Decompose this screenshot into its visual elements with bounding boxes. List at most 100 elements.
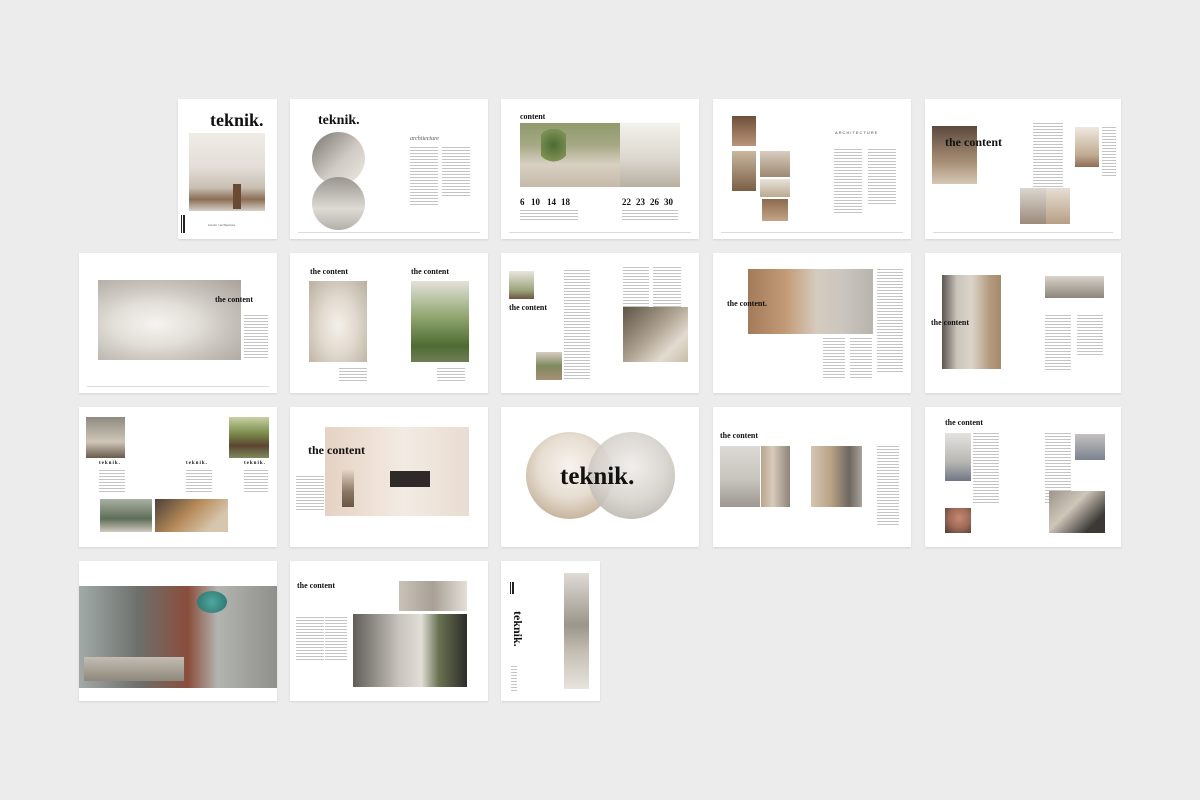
page6-title: the content [215,295,253,304]
page5-photo-right-top [1075,127,1099,167]
magazine-back-cover-page: teknik. [501,561,600,701]
page3-index-right [622,210,678,220]
page14-photo-mid [761,446,790,507]
page6-text-col [244,315,268,360]
spread-page-2: teknik. architecture [290,99,488,239]
page2-subtitle: architecture [410,136,439,142]
page11-photo-bottom-1 [100,499,152,532]
page11-text-2 [186,470,212,494]
page2-circle-bottom [312,177,365,230]
spread-page-17: the content [290,561,488,701]
page7-title-right: the content [411,267,449,276]
page3-number-2: 10 [531,197,540,207]
page5-photo-bottom-right [1046,188,1070,224]
page12-vase [342,469,354,507]
page15-photo-2 [945,508,971,533]
page9-text-right [877,269,903,374]
page11-photo-top-right [229,417,269,458]
spread-page-6: the content [79,253,277,393]
page11-brand-2: teknik. [186,461,208,466]
page6-photo-stairs [98,280,241,360]
page4-photo-1 [732,116,756,146]
page3-photo-plant [541,129,566,169]
spread-page-7: the content the content [290,253,488,393]
page10-title: the content [931,318,969,327]
page15-photo-3 [1075,434,1105,460]
page3-number-6: 23 [636,197,645,207]
page8-photo-top-left [509,271,534,299]
page4-photo-3 [732,151,756,191]
page12-sofa [390,471,430,487]
spread-page-4: ARCHITECTURE [713,99,911,239]
page8-photo-bottom-left [536,352,562,380]
back-cover-barcode [510,582,515,594]
page9-text-mid1 [823,338,845,378]
page8-text-col3 [653,267,681,307]
page4-text-col1 [834,149,862,214]
page13-brand: teknik. [560,463,635,490]
page15-text-col1 [973,433,999,503]
page3-title: content [520,112,546,121]
spread-page-8: the content [501,253,699,393]
page12-title: the content [308,443,365,457]
page3-number-4: 18 [561,197,570,207]
page5-photo-bottom-mid [1020,188,1047,224]
page8-photo-right [623,307,688,362]
spread-page-3: content 6 10 14 18 22 23 26 30 [501,99,699,239]
page14-text-col1 [877,446,899,526]
page4-footer-rule [721,232,903,233]
page2-text-col1 [410,147,438,207]
page17-title: the content [297,581,335,590]
page10-photo-top-right [1045,276,1104,298]
page3-number-7: 26 [650,197,659,207]
page2-brand: teknik. [318,113,360,128]
back-cover-text [511,666,517,692]
page11-brand-3: teknik. [244,461,266,466]
page2-footer-rule [298,232,480,233]
spread-page-5: the content [925,99,1121,239]
cover-stool [233,184,241,209]
page5-title: the content [945,135,1002,149]
page14-photo-right [811,446,862,507]
page10-text-col1 [1045,315,1071,370]
page11-text-1 [99,470,125,494]
page7-photo-garden [411,281,469,362]
cover-tagline: interior / architecture [208,223,236,227]
page10-text-col2 [1077,315,1103,355]
spread-page-10: the content [925,253,1121,393]
page9-text-mid2 [850,338,872,378]
page16-lamp [197,591,227,613]
magazine-cover-page: teknik. interior / architecture [178,99,277,239]
page7-text-left [339,368,367,382]
page5-footer-rule [933,232,1113,233]
page3-photo-right [620,123,680,187]
page3-footer-rule [509,232,691,233]
spread-page-9: the content. [713,253,911,393]
spread-page-14: the content [713,407,911,547]
page17-photo-main [353,614,467,687]
page11-photo-bottom-2 [155,499,228,532]
back-cover-photo-strip [564,573,589,689]
page11-text-3 [244,470,268,494]
page3-photo-main [520,123,620,187]
page16-sofa [84,657,184,681]
page11-photo-top-left [86,417,125,458]
page7-title-left: the content [310,267,348,276]
page9-title: the content. [727,299,767,308]
cover-photo [189,133,265,211]
spread-page-13: teknik. [501,407,699,547]
page5-text-col2 [1102,127,1116,177]
page15-title: the content [945,418,983,427]
page4-photo-5 [762,199,788,221]
page17-text-col1 [296,617,324,662]
page8-text-col1 [564,270,590,380]
page4-text-col2 [868,149,896,204]
page15-photo-4 [1049,491,1105,533]
page12-text [296,476,324,512]
page2-text-col2 [442,147,470,197]
page17-text-col2 [325,617,347,662]
page14-title: the content [720,431,758,440]
cover-brand-title: teknik. [210,110,264,130]
page4-caption: ARCHITECTURE [835,130,879,135]
spread-page-11: teknik. teknik. teknik. [79,407,277,547]
